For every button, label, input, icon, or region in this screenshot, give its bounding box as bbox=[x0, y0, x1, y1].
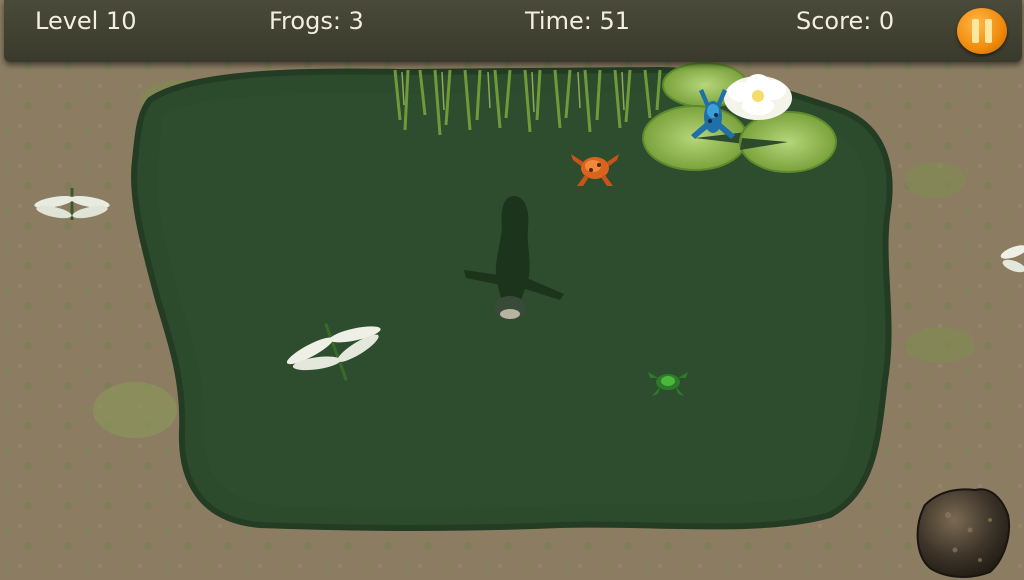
time-counter: Time: 51 bbox=[525, 7, 630, 35]
game-scene bbox=[0, 0, 1024, 580]
pause-icon bbox=[972, 19, 979, 43]
grass-patch bbox=[905, 162, 965, 198]
level-label: Level 10 bbox=[35, 7, 137, 35]
frogs-counter: Frogs: 3 bbox=[269, 7, 364, 35]
rock-icon bbox=[916, 488, 1010, 578]
grass-patch bbox=[905, 327, 975, 363]
pause-icon bbox=[985, 19, 992, 43]
score-counter: Score: 0 bbox=[796, 7, 895, 35]
pause-button[interactable] bbox=[957, 8, 1007, 54]
grass-patch bbox=[93, 382, 177, 438]
hud-bar: Level 10 Frogs: 3 Time: 51 Score: 0 bbox=[4, 0, 1022, 62]
